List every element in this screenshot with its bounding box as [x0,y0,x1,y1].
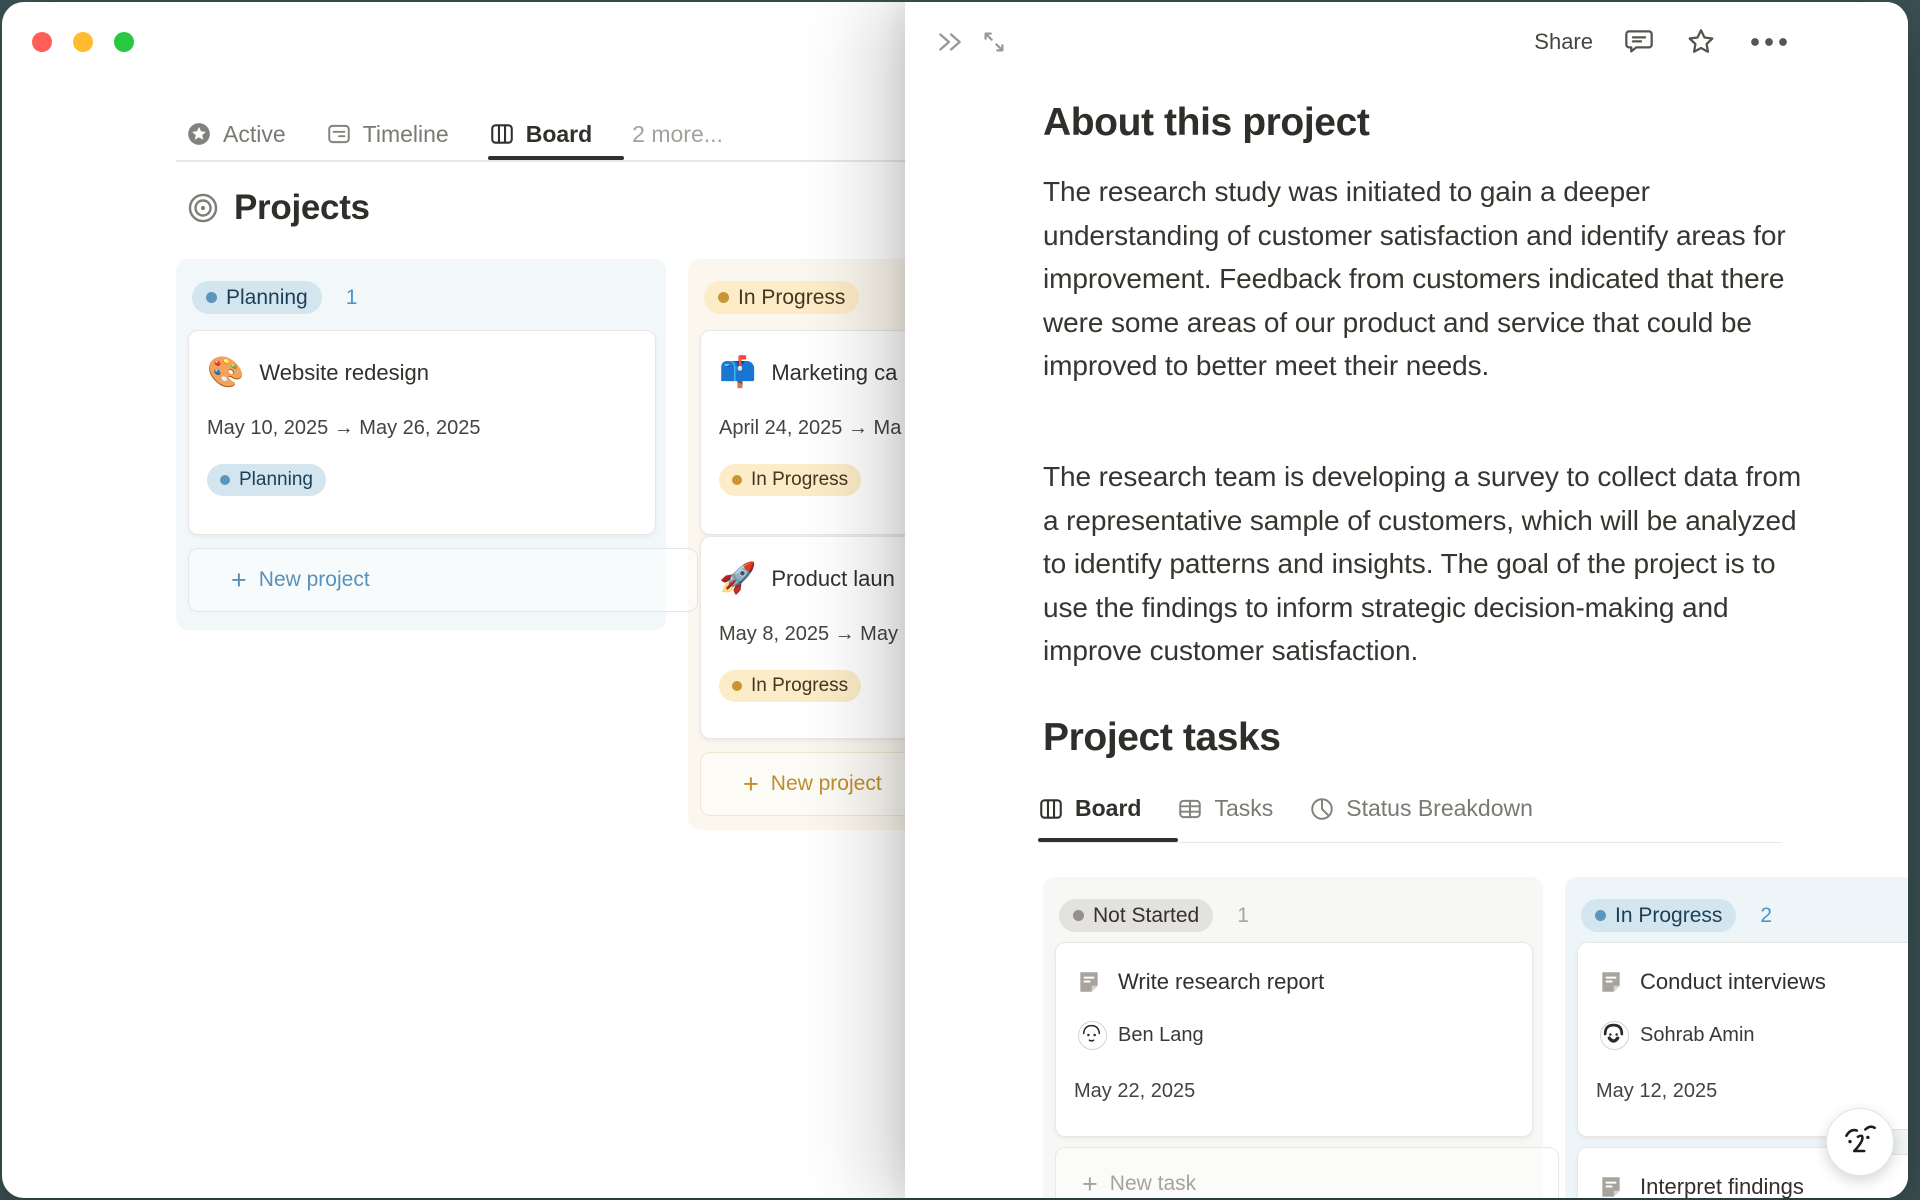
board-icon [489,121,515,147]
avatar [1078,1021,1107,1050]
page-icon [1598,1174,1624,1198]
tab-active[interactable]: Active [186,121,286,148]
tab-label: Board [1075,795,1142,821]
column-header[interactable]: In Progress 2 [1581,899,1772,932]
card-title: Website redesign [259,360,429,385]
status-dot-icon [1073,910,1084,921]
page-title: Projects [234,188,370,227]
tab-tasks[interactable]: Tasks [1177,795,1273,822]
status-dot-icon [220,475,230,485]
expand-icon[interactable] [978,26,1010,58]
about-heading: About this project [1043,101,1370,144]
tab-status-breakdown[interactable]: Status Breakdown [1309,795,1533,822]
column-header[interactable]: Not Started 1 [1059,899,1249,932]
share-button[interactable]: Share [1534,29,1593,55]
collapse-panel-icon[interactable] [934,26,966,58]
status-badge: In Progress [719,464,862,496]
tab-label: Timeline [362,120,449,147]
assignee-name: Ben Lang [1118,1024,1204,1046]
page-icon [1598,969,1624,995]
column-count: 1 [345,285,358,309]
target-icon [186,191,220,225]
window-controls [32,32,134,52]
card-date: May 22, 2025 [1074,1080,1196,1102]
tabs-divider [176,160,907,162]
mailbox-emoji-icon: 📫 [719,356,757,389]
view-tabs: Active Timeline Board 2 more... [186,112,723,156]
palette-emoji-icon: 🎨 [207,356,245,389]
status-badge: In Progress [704,281,860,314]
comment-icon[interactable] [1623,26,1655,58]
project-tasks-heading: Project tasks [1043,716,1281,759]
side-peek-panel: Share About this project The research st… [905,2,1908,1198]
assignee-name: Sohrab Amin [1640,1024,1755,1046]
status-dot-icon [1595,910,1606,921]
database-title-row: Projects [186,188,370,228]
rocket-emoji-icon: 🚀 [719,562,757,595]
pie-chart-icon [1309,796,1335,822]
column-count: 2 [1760,903,1773,927]
status-dot-icon [718,292,729,303]
status-dot-icon [732,475,742,485]
favorite-star-icon[interactable] [1685,26,1717,58]
ai-assistant-button[interactable] [1826,1108,1894,1176]
card-title: Conduct interviews [1640,969,1826,994]
app-window: Active Timeline Board 2 more... Projects… [2,2,1908,1198]
task-card-write-research-report[interactable]: Write research report Ben Lang May 22, 2… [1055,942,1533,1137]
tab-board[interactable]: Board [1038,795,1141,822]
card-title: Write research report [1118,969,1325,994]
status-badge: In Progress [1581,899,1737,932]
status-badge: Planning [192,281,322,314]
card-dates: May 10, 2025 → May 26, 2025 [207,417,481,439]
desktop: Active Timeline Board 2 more... Projects… [0,0,1920,1200]
timeline-icon [326,121,352,147]
tab-label: Status Breakdown [1346,795,1533,821]
active-star-icon [186,121,212,147]
new-project-button[interactable]: + New project [188,548,698,612]
tasks-view-tabs: Board Tasks Status Breakdown [1038,795,1533,822]
tab-label: Active [223,120,286,147]
status-badge: Not Started [1059,899,1214,932]
status-badge: Planning [207,464,326,496]
card-title: Marketing ca [771,360,898,385]
tab-board[interactable]: Board [489,121,592,148]
column-header[interactable]: Planning 1 [192,281,357,314]
project-card-website-redesign[interactable]: 🎨 Website redesign May 10, 2025 → May 26… [188,330,656,535]
plus-icon: + [231,564,247,595]
tab-label: Board [525,120,593,147]
board-icon [1038,796,1064,822]
column-header[interactable]: In Progress [704,281,860,314]
status-dot-icon [206,292,217,303]
more-icon[interactable] [1747,26,1791,58]
tabs-divider [1038,842,1782,843]
table-icon [1177,796,1203,822]
tab-label: Tasks [1214,795,1274,821]
card-date: May 12, 2025 [1596,1080,1718,1102]
peek-toolbar-left [934,26,1010,58]
about-paragraph-2: The research team is developing a survey… [1043,461,1802,666]
card-title: Interpret findings [1640,1174,1804,1198]
avatar [1600,1021,1629,1050]
plus-icon: + [1082,1168,1098,1198]
status-badge: In Progress [719,670,862,702]
tab-label: 2 more... [632,120,723,147]
ai-face-icon [1839,1119,1881,1166]
new-task-button[interactable]: + New task [1055,1147,1559,1198]
about-paragraph-1: The research study was initiated to gain… [1043,176,1786,381]
page-icon [1076,969,1102,995]
card-title: Product laun [771,566,895,591]
status-dot-icon [732,681,742,691]
minimize-window-button[interactable] [73,32,93,52]
peek-toolbar-right: Share [1534,26,1791,58]
tab-more-views[interactable]: 2 more... [632,121,723,148]
column-count: 1 [1237,903,1249,927]
tab-timeline[interactable]: Timeline [326,121,449,148]
plus-icon: + [743,768,759,799]
zoom-window-button[interactable] [114,32,134,52]
close-window-button[interactable] [32,32,52,52]
